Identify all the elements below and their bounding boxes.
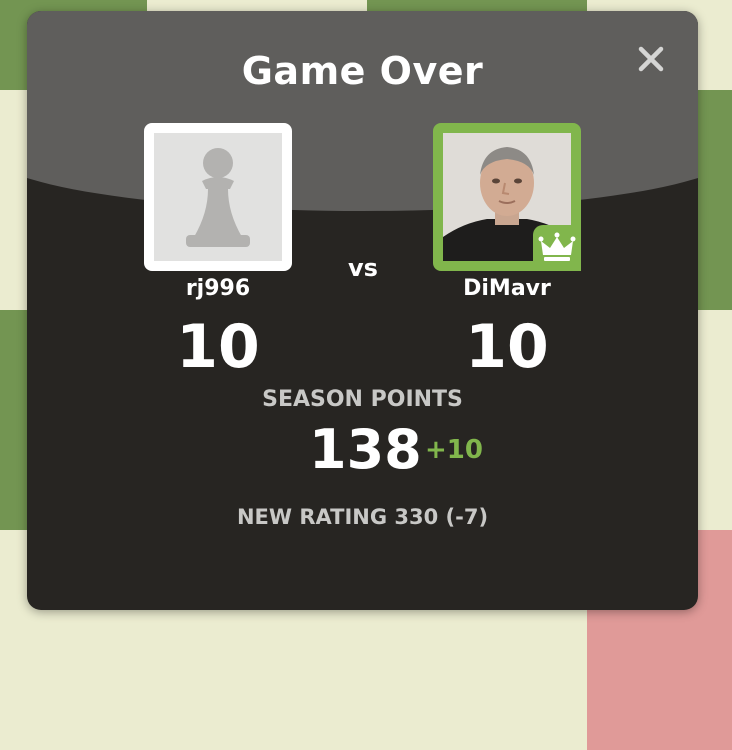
game-over-dialog: Game Over vs rj996 DiMavr 10 10 SEASON P… [27, 11, 698, 610]
season-points-value: 138 [309, 418, 422, 481]
dialog-title: Game Over [241, 49, 484, 93]
player-left-name[interactable]: rj996 [118, 276, 318, 301]
player-right-score: 10 [465, 312, 549, 382]
player-right-avatar[interactable] [433, 123, 581, 271]
dialog-header-background [27, 11, 698, 211]
season-points-delta: +10 [425, 435, 483, 465]
crown-icon [533, 225, 581, 271]
season-points-row: 138 +10 [27, 417, 698, 487]
player-left-avatar[interactable] [144, 123, 292, 271]
player-right-name[interactable]: DiMavr [407, 276, 607, 301]
season-points-label: SEASON POINTS [262, 387, 463, 412]
player-left-score: 10 [176, 312, 260, 382]
new-rating-text: NEW RATING 330 (-7) [236, 505, 489, 529]
vs-label: vs [348, 254, 378, 282]
close-icon[interactable] [633, 41, 669, 77]
pawn-icon [186, 148, 250, 247]
